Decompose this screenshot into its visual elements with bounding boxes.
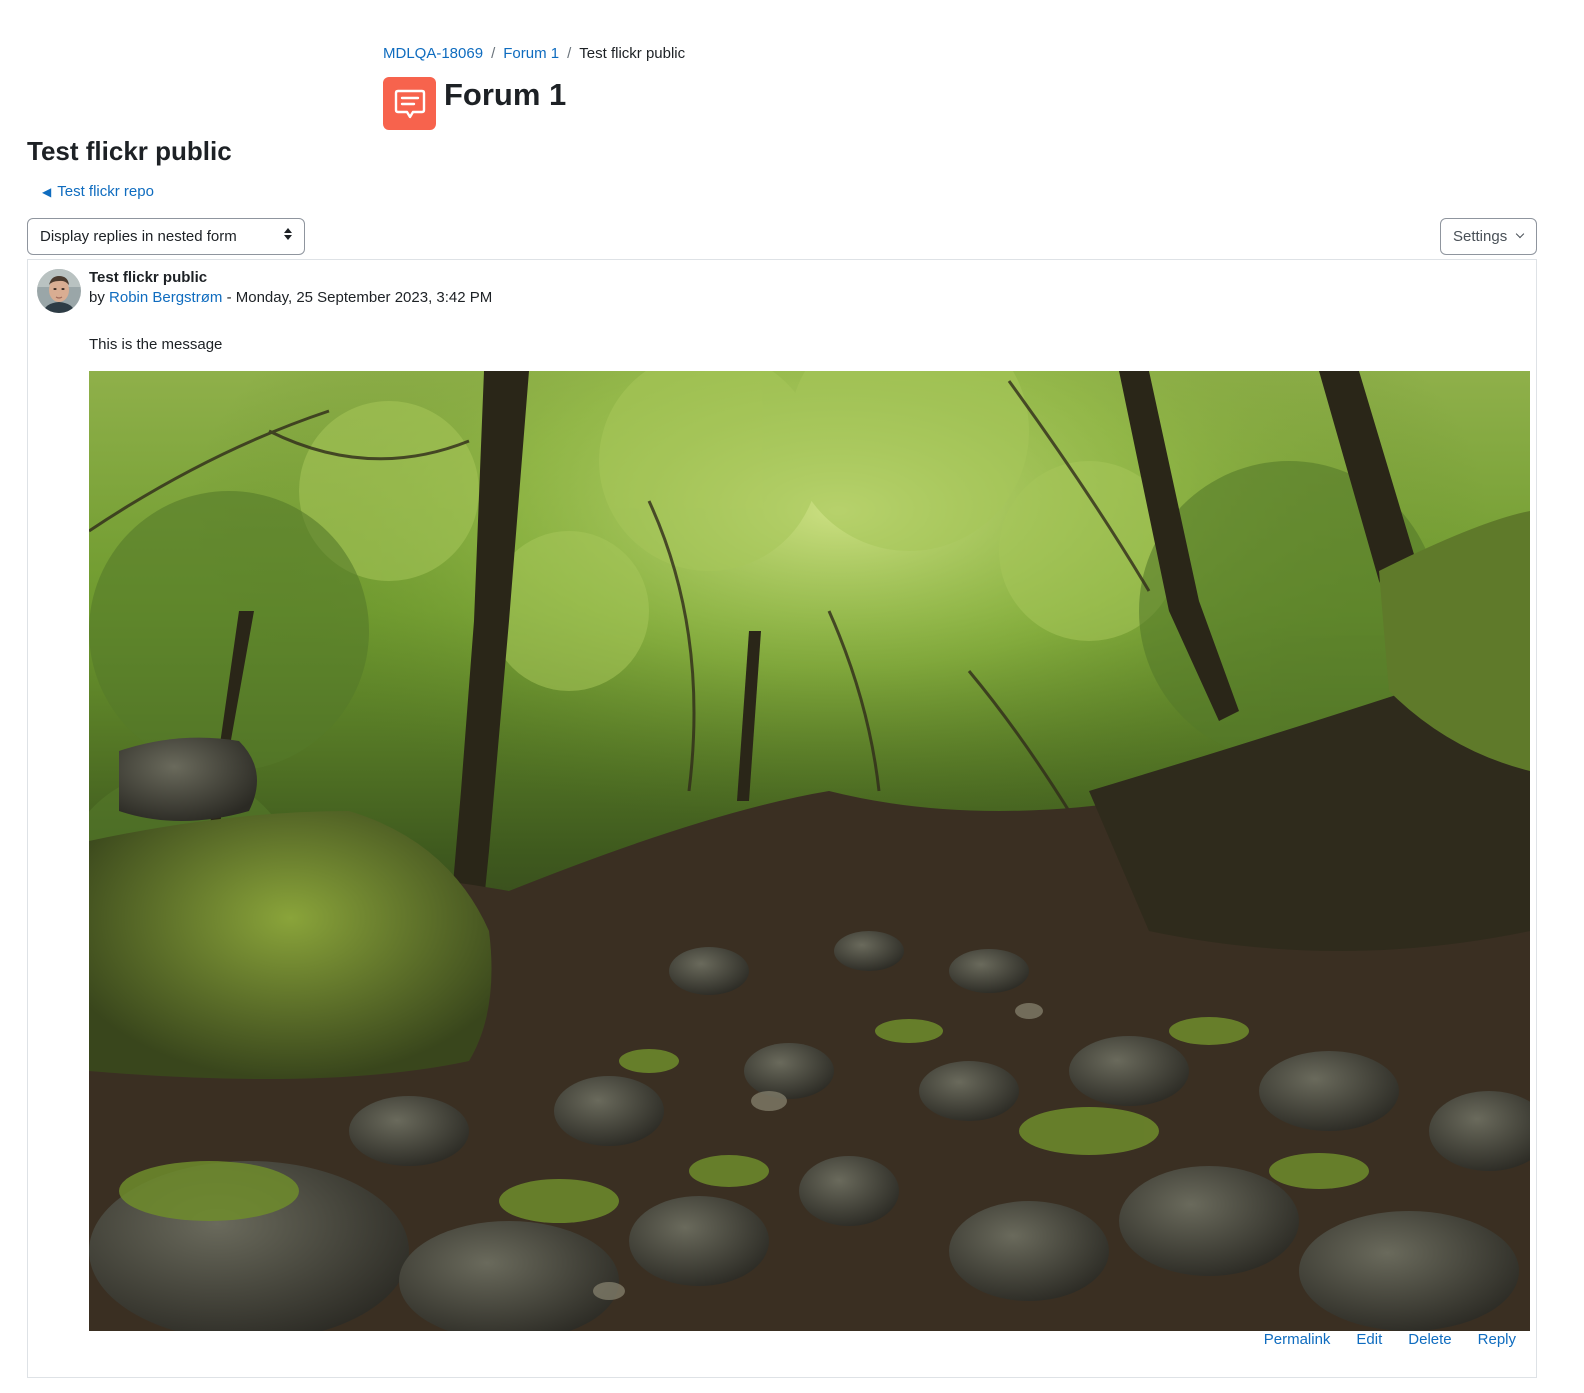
settings-label: Settings <box>1453 228 1508 245</box>
breadcrumb-item-forum[interactable]: Forum 1 <box>503 44 559 64</box>
activity-title: Forum 1 <box>444 77 567 112</box>
permalink-link[interactable]: Permalink <box>1264 1330 1331 1350</box>
activity-header: Forum 1 <box>383 77 566 130</box>
breadcrumb-item-course[interactable]: MDLQA-18069 <box>383 44 483 64</box>
reply-link[interactable]: Reply <box>1478 1330 1516 1350</box>
post-message: This is the message <box>89 336 223 353</box>
display-mode-select[interactable]: Display replies in nested form <box>27 218 305 255</box>
post-date: Monday, 25 September 2023, 3:42 PM <box>235 289 493 306</box>
post-subject: Test flickr public <box>89 269 208 286</box>
breadcrumb-separator: / <box>567 45 572 62</box>
chevron-down-icon <box>1515 229 1525 239</box>
breadcrumb: MDLQA-18069 / Forum 1 / Test flickr publ… <box>383 44 685 64</box>
byline-separator: - <box>226 289 232 306</box>
breadcrumb-separator: / <box>491 45 496 62</box>
display-mode-value: Display replies in nested form <box>40 228 237 245</box>
back-to-discussion-link[interactable]: ◀ Test flickr repo <box>42 182 154 202</box>
back-link-label: Test flickr repo <box>57 183 154 200</box>
byline-prefix: by <box>89 289 105 306</box>
delete-link[interactable]: Delete <box>1408 1330 1451 1350</box>
forest-rocky-stream-photo <box>89 371 1530 1331</box>
settings-dropdown-button[interactable]: Settings <box>1440 218 1537 255</box>
select-updown-icon <box>284 228 292 240</box>
avatar[interactable] <box>37 269 81 313</box>
forum-post: Test flickr public by Robin Bergstrøm - … <box>27 259 1537 1378</box>
post-actions: Permalink Edit Delete Reply <box>1238 1330 1516 1350</box>
discussion-title: Test flickr public <box>27 136 232 166</box>
post-byline: by Robin Bergstrøm - Monday, 25 Septembe… <box>89 288 492 308</box>
left-triangle-icon: ◀ <box>42 185 52 199</box>
breadcrumb-current: Test flickr public <box>579 45 686 62</box>
author-link[interactable]: Robin Bergstrøm <box>109 289 222 306</box>
forum-speech-bubble-icon <box>383 77 436 130</box>
edit-link[interactable]: Edit <box>1356 1330 1382 1350</box>
